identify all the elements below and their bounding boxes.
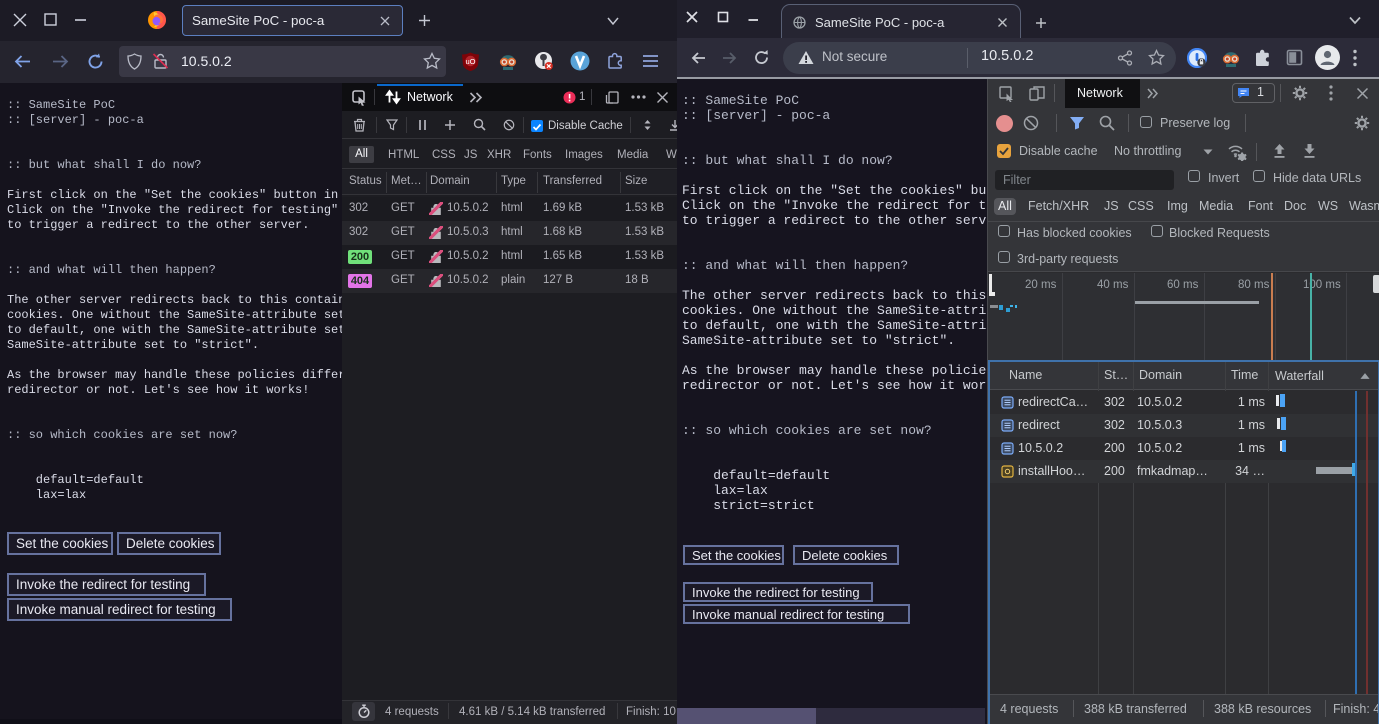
svg-text:uO: uO <box>465 57 475 66</box>
